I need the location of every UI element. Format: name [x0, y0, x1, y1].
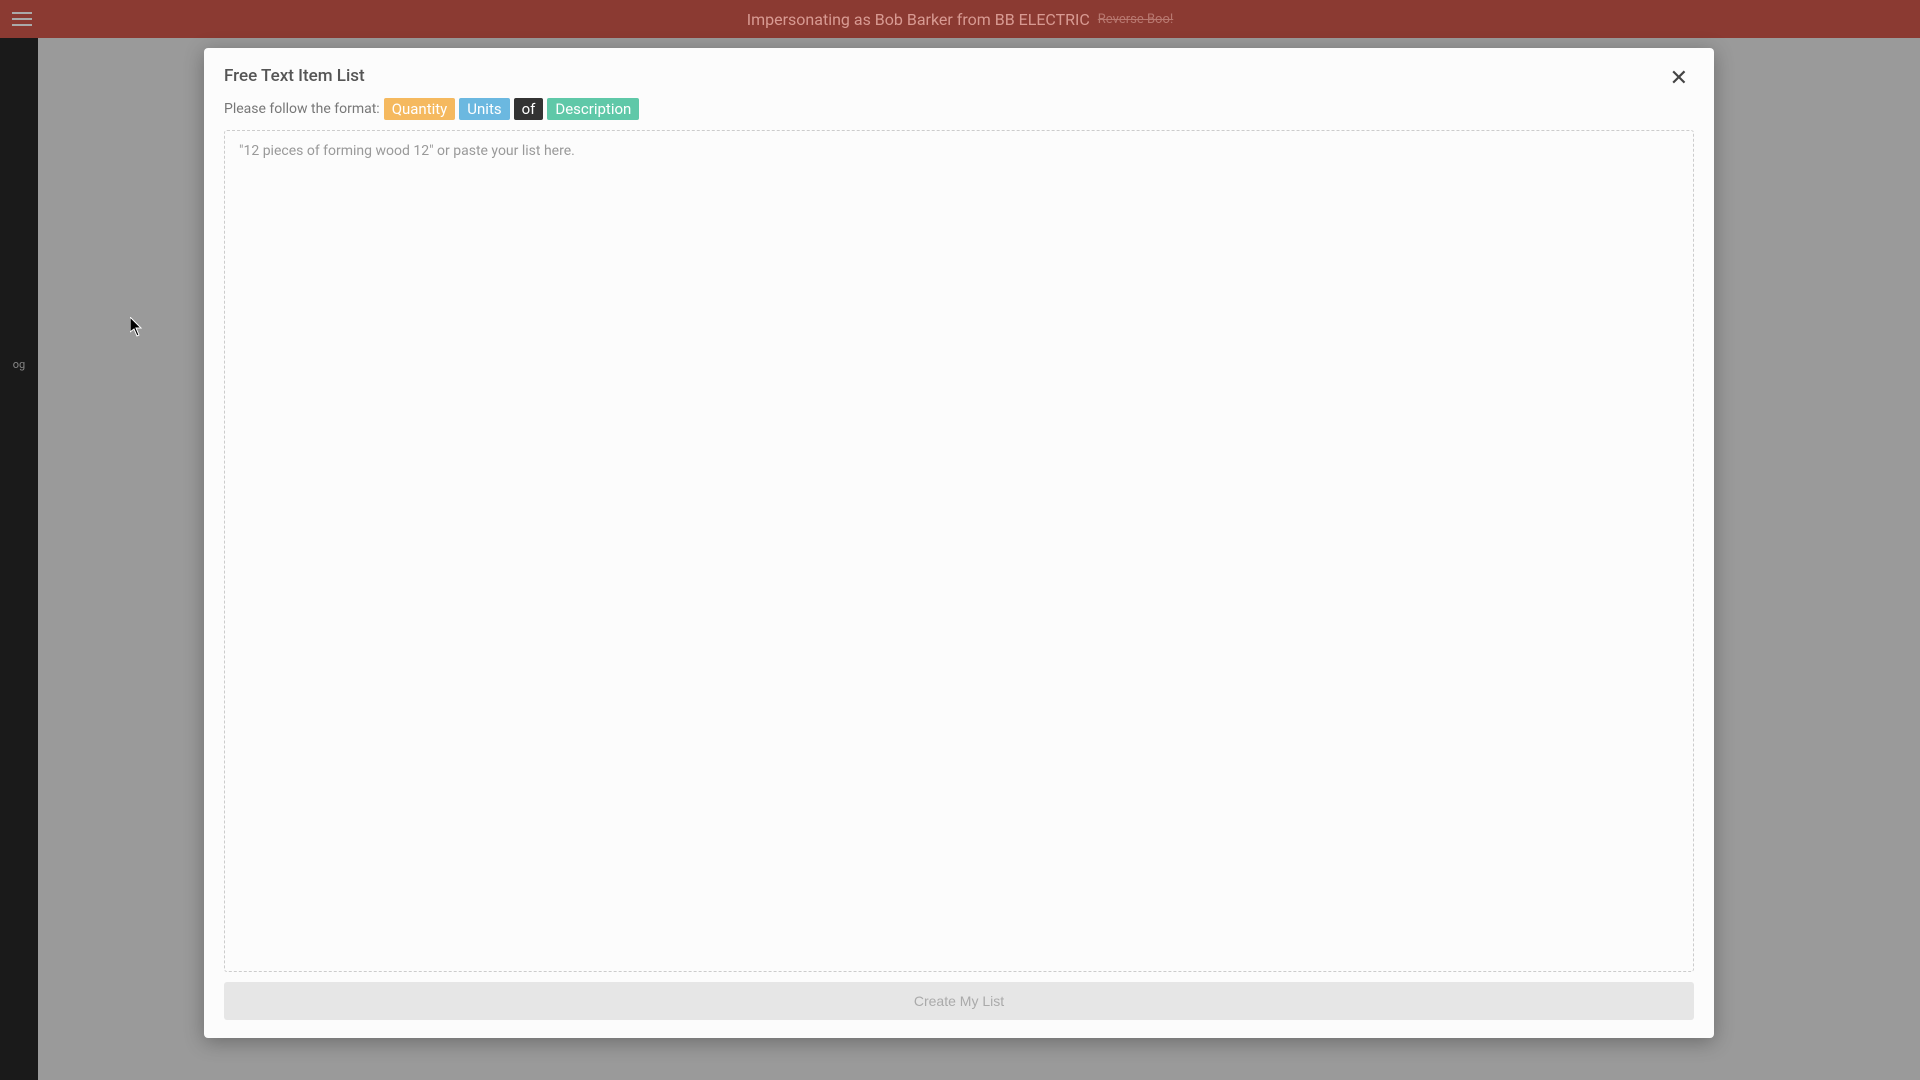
hamburger-menu-icon[interactable]	[12, 12, 32, 26]
units-tag: Units	[459, 98, 509, 120]
description-tag: Description	[547, 98, 639, 120]
of-tag: of	[514, 98, 544, 120]
close-icon[interactable]: ✕	[1664, 66, 1694, 92]
quantity-tag: Quantity	[384, 98, 456, 120]
modal-header: Free Text Item List ✕	[224, 66, 1694, 92]
reverse-link[interactable]: Reverse Boo!	[1098, 12, 1173, 27]
item-list-textarea[interactable]: "12 pieces of forming wood 12" or paste …	[224, 130, 1694, 972]
top-banner: Impersonating as Bob Barker from BB ELEC…	[0, 0, 1920, 38]
format-prefix: Please follow the format:	[224, 101, 380, 117]
sidebar-item[interactable]: og	[0, 38, 38, 375]
textarea-placeholder: "12 pieces of forming wood 12" or paste …	[239, 143, 575, 159]
impersonation-banner: Impersonating as Bob Barker from BB ELEC…	[747, 10, 1173, 29]
impersonation-label: Impersonating as Bob Barker from BB ELEC…	[747, 10, 1090, 29]
free-text-modal: Free Text Item List ✕ Please follow the …	[204, 48, 1714, 1038]
modal-title: Free Text Item List	[224, 66, 365, 86]
left-sidebar: og	[0, 38, 38, 1080]
create-list-button[interactable]: Create My List	[224, 982, 1694, 1020]
format-hint-row: Please follow the format: Quantity Units…	[224, 98, 1694, 120]
